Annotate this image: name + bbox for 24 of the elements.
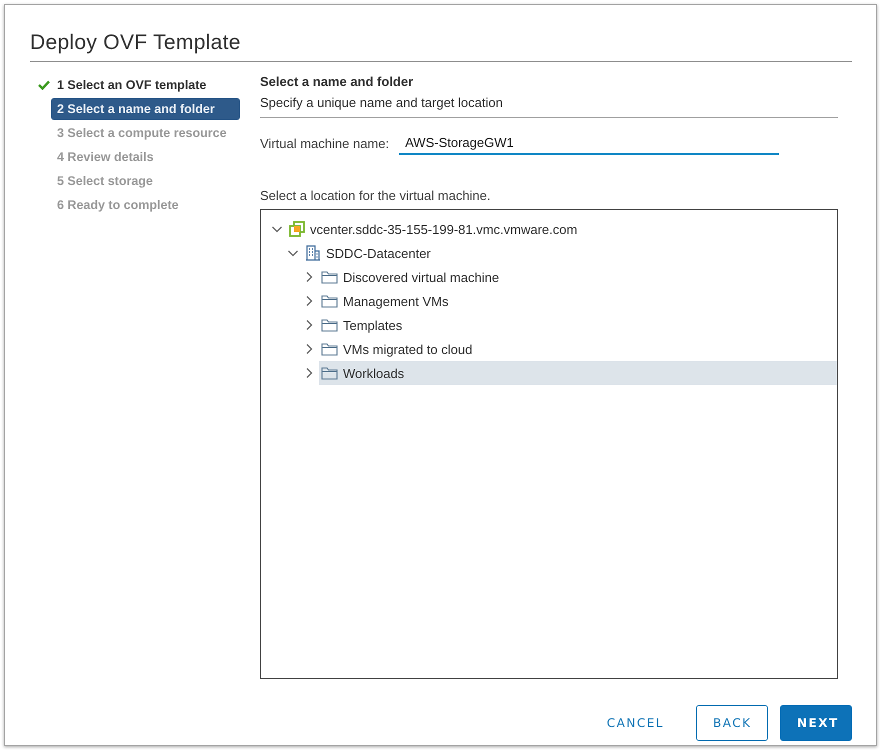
dialog-title: Deploy OVF Template xyxy=(30,31,852,62)
wizard-step[interactable]: 2 Select a name and folder xyxy=(51,98,240,120)
tree-item[interactable]: Management VMs xyxy=(319,289,837,313)
wizard-step[interactable]: 1 Select an OVF template xyxy=(51,74,212,96)
page-heading: Select a name and folder xyxy=(260,74,414,89)
folder-icon xyxy=(321,318,338,332)
tree-item[interactable]: Discovered virtual machine xyxy=(319,265,837,289)
tree-item[interactable]: VMs migrated to cloud xyxy=(319,337,837,361)
field-label: Virtual machine name: xyxy=(260,136,390,151)
location-label: Select a location for the virtual machine. xyxy=(260,188,492,203)
building-icon xyxy=(305,245,321,261)
folder-icon xyxy=(321,270,338,284)
tree-item[interactable]: SDDC-Datacenter xyxy=(303,241,837,265)
cancel-button[interactable]: CANCEL xyxy=(590,705,680,741)
tree-item[interactable]: vcenter.sddc-35-155-199-81.vmc.vmware.com xyxy=(287,217,837,241)
back-button[interactable]: BACK xyxy=(696,705,768,741)
folder-icon xyxy=(321,366,338,380)
page-subheading: Specify a unique name and target location xyxy=(260,95,504,110)
folder-icon xyxy=(321,294,338,308)
tree-item[interactable]: Templates xyxy=(319,313,837,337)
folder-icon xyxy=(321,342,338,356)
tree-item[interactable]: Workloads xyxy=(319,361,837,385)
vcenter-icon xyxy=(289,221,305,237)
next-button[interactable]: NEXT xyxy=(780,705,852,741)
